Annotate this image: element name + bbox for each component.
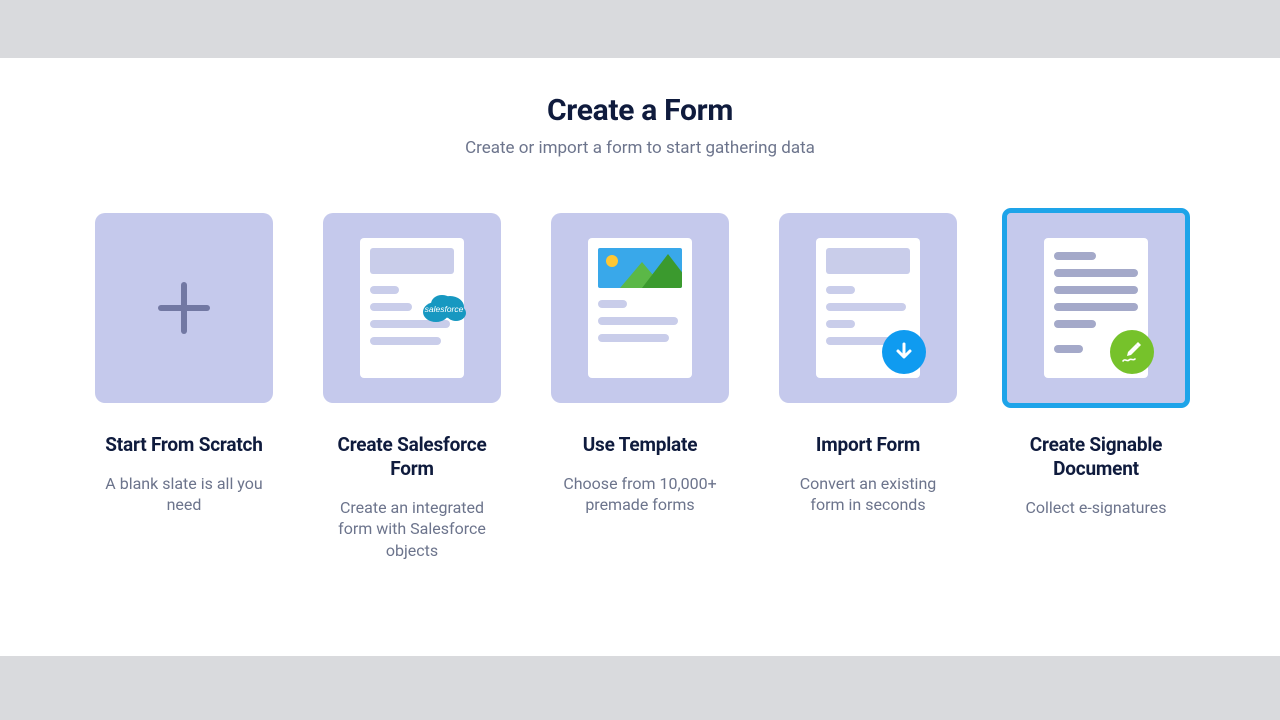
- tile-signable: [1007, 213, 1185, 403]
- doc-line: [826, 320, 855, 328]
- doc-line: [598, 300, 627, 308]
- image-icon: [598, 248, 682, 288]
- document-preview-icon: [588, 238, 692, 378]
- doc-line: [1054, 303, 1138, 311]
- doc-line: [1054, 345, 1083, 353]
- tile-import: [779, 213, 957, 403]
- document-preview-icon: [816, 238, 920, 378]
- option-description: Create an integrated form with Salesforc…: [322, 497, 502, 562]
- svg-text:salesforce: salesforce: [425, 304, 464, 314]
- doc-line: [1054, 252, 1096, 260]
- option-cards-row: Start From Scratch A blank slate is all …: [0, 213, 1280, 561]
- option-create-salesforce-form[interactable]: salesforce Create Salesforce Form Create…: [322, 213, 502, 561]
- option-start-from-scratch[interactable]: Start From Scratch A blank slate is all …: [94, 213, 274, 561]
- doc-line: [1054, 320, 1096, 328]
- doc-header-bar: [370, 248, 454, 274]
- doc-line: [370, 303, 412, 311]
- option-description: Choose from 10,000+ premade forms: [550, 473, 730, 516]
- page-title: Create a Form: [0, 93, 1280, 128]
- download-arrow-icon: [882, 330, 926, 374]
- option-title: Create Salesforce Form: [322, 433, 502, 481]
- tile-salesforce: salesforce: [323, 213, 501, 403]
- tile-start-from-scratch: [95, 213, 273, 403]
- create-form-panel: Create a Form Create or import a form to…: [0, 58, 1280, 561]
- doc-line: [1054, 286, 1138, 294]
- doc-line: [598, 334, 669, 342]
- sun-icon: [606, 255, 618, 267]
- mountain-icon: [642, 254, 682, 288]
- pen-signature-icon: [1110, 330, 1154, 374]
- option-description: A blank slate is all you need: [94, 473, 274, 516]
- doc-line: [370, 337, 441, 345]
- option-create-signable-document[interactable]: Create Signable Document Collect e-signa…: [1006, 213, 1186, 561]
- doc-line: [598, 317, 678, 325]
- salesforce-icon: salesforce: [416, 290, 472, 328]
- option-description: Collect e-signatures: [1021, 497, 1170, 519]
- option-title: Create Signable Document: [1006, 433, 1186, 481]
- option-title: Import Form: [816, 433, 920, 457]
- option-title: Use Template: [583, 433, 698, 457]
- doc-line: [370, 286, 399, 294]
- plus-icon: [152, 276, 216, 340]
- option-use-template[interactable]: Use Template Choose from 10,000+ premade…: [550, 213, 730, 561]
- document-preview-icon: salesforce: [360, 238, 464, 378]
- tile-template: [551, 213, 729, 403]
- document-preview-icon: [1044, 238, 1148, 378]
- doc-line: [826, 286, 855, 294]
- option-import-form[interactable]: Import Form Convert an existing form in …: [778, 213, 958, 561]
- option-description: Convert an existing form in seconds: [778, 473, 958, 516]
- doc-line: [1054, 269, 1138, 277]
- doc-header-bar: [826, 248, 910, 274]
- page-subtitle: Create or import a form to start gatheri…: [0, 138, 1280, 158]
- top-letterbox-bar: [0, 0, 1280, 58]
- bottom-letterbox-bar: [0, 656, 1280, 720]
- option-title: Start From Scratch: [105, 433, 262, 457]
- doc-line: [826, 303, 906, 311]
